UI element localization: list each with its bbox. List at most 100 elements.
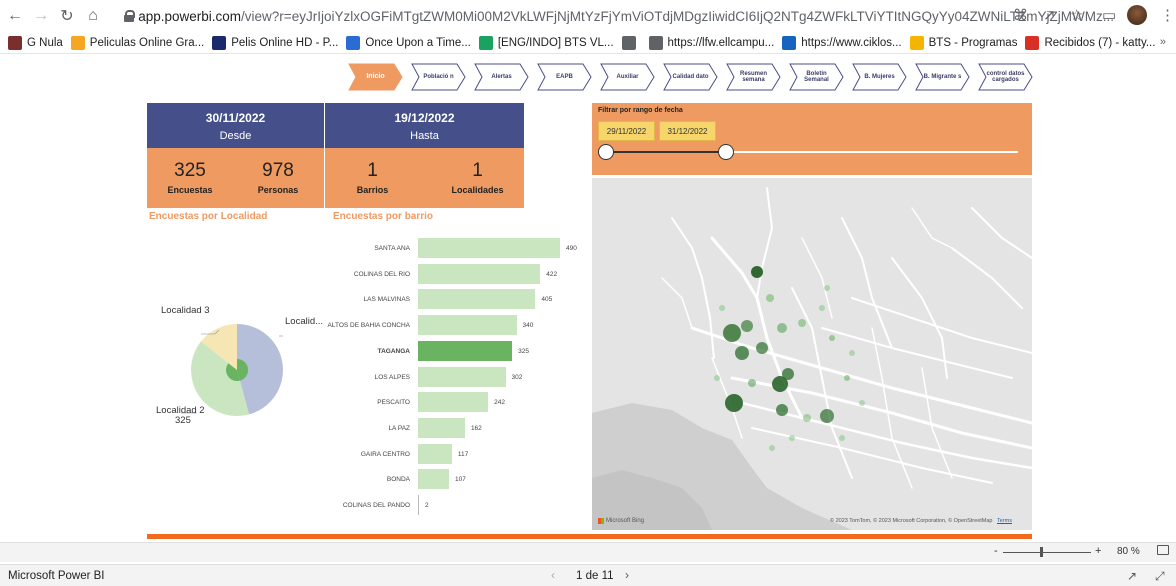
bar-colinas-del-pando[interactable] (418, 495, 419, 515)
bookmark-item[interactable]: https://lfw.ellcampu... (648, 35, 775, 50)
zoom-slider[interactable] (1003, 552, 1091, 553)
bar-pescaito[interactable] (418, 392, 489, 413)
bar-los-alpes[interactable] (418, 366, 506, 387)
nav-tab[interactable]: Població n (411, 63, 466, 91)
bar-la-paz[interactable] (418, 417, 465, 438)
bar-santa-ana[interactable] (418, 238, 560, 258)
bookmark-item[interactable]: Recibidos (7) - katty... (1025, 35, 1155, 50)
fullscreen-icon[interactable]: ⤢ (1155, 569, 1165, 584)
bar-las-malvinas[interactable] (418, 289, 536, 310)
encuestas-label: Encuestas (167, 185, 213, 195)
gmail-icon (1025, 35, 1040, 50)
bookmark-item[interactable]: [ENG/INDO] BTS VL... (478, 35, 614, 50)
reload-icon[interactable]: ↻ (56, 5, 78, 27)
bookmark-item[interactable]: Once Upon a Time... (346, 35, 471, 50)
bar-category-label: ALTOS DE BAHIA CONCHA (327, 322, 410, 330)
hasta-date: 19/12/2022 (394, 111, 455, 125)
desde-label: Desde (219, 130, 252, 142)
slider-handle-start[interactable] (598, 144, 614, 160)
bar-bonda[interactable] (418, 469, 449, 490)
nav-tab[interactable]: Resumen semana (726, 63, 781, 91)
personas-kpi: 978 Personas (239, 160, 317, 195)
bar-value-label: 405 (541, 296, 553, 304)
nav-tab[interactable]: Boletin Semanal (789, 63, 844, 91)
slider-range (606, 151, 726, 153)
bar-chart[interactable]: SANTA ANA 490 COLINAS DEL RIO 422 LAS MALVIN… (300, 238, 590, 528)
bookmark-item[interactable]: Peliculas Online Gra... (70, 35, 204, 50)
bookmark-item[interactable]: https://www.ciklos... (782, 35, 902, 50)
bookmark-item[interactable]: Pelis Online HD - P... (212, 35, 339, 50)
bookmark-star-icon[interactable]: ☆ (1070, 6, 1083, 24)
bookmarks-overflow-icon[interactable]: » (1160, 36, 1166, 48)
bar-category-label: COLINAS DEL PANDO (342, 502, 410, 509)
page: ← → ↻ ⌂ app.powerbi.com/view?r=eyJrIjoiY… (0, 0, 1176, 586)
pie-label-localidad-2-value: 325 (175, 415, 191, 426)
personas-value: 978 (262, 160, 294, 181)
bookmark-label: https://www.ciklos... (801, 36, 902, 49)
filter-start-date[interactable]: 29/11/2022 (598, 121, 655, 141)
slider-handle-end[interactable] (718, 144, 734, 160)
nav-tab[interactable]: B. Migrante s (915, 63, 970, 91)
desde-card: 30/11/2022 Desde (147, 103, 324, 148)
nav-tab[interactable]: EAPB (537, 63, 592, 91)
bar-category-label: SANTA ANA (374, 245, 410, 252)
nav-tab-label: EAPB (556, 74, 573, 80)
hasta-label: Hasta (410, 130, 439, 142)
nav-tab[interactable]: control datos cargados (978, 63, 1033, 91)
personas-label: Personas (257, 185, 299, 195)
heat-map[interactable]: Microsoft Bing © 2023 TomTom, © 2023 Mic… (592, 178, 1032, 530)
sidepanel-icon[interactable]: ▭ (1102, 6, 1116, 24)
map-attribution: © 2023 TomTom, © 2023 Microsoft Corporat… (830, 518, 1012, 524)
address-bar[interactable]: app.powerbi.com/view?r=eyJrIjoiYzlxOGFiM… (124, 4, 1114, 28)
profile-avatar[interactable] (1127, 5, 1147, 25)
bookmark-label: https://lfw.ellcampu... (667, 36, 775, 49)
drive-icon (909, 35, 924, 50)
share-report-icon[interactable]: ↗ (1127, 569, 1137, 583)
bar-value-label: 242 (494, 399, 505, 407)
back-icon[interactable]: ← (4, 5, 26, 27)
cast-icon[interactable]: ⌘ (1013, 6, 1028, 24)
nav-tab[interactable]: Alertas (474, 63, 529, 91)
bookmark-label: Once Upon a Time... (365, 36, 471, 49)
forward-icon[interactable]: → (30, 5, 52, 27)
hasta-card: 19/12/2022 Hasta (325, 103, 524, 148)
bar-value-label: 325 (518, 347, 530, 355)
bar-value-label: 2 (425, 502, 429, 509)
bookmark-label: [ENG/INDO] BTS VL... (497, 36, 614, 49)
app-name: Microsoft Power BI (8, 570, 105, 582)
home-icon[interactable]: ⌂ (82, 5, 104, 27)
bookmark-item[interactable]: G Nula (8, 35, 63, 50)
zoom-plus[interactable]: + (1095, 545, 1101, 557)
bookmark-item[interactable] (621, 35, 641, 50)
next-page-icon[interactable]: › (625, 568, 629, 582)
nav-tab[interactable]: B. Mujeres (852, 63, 907, 91)
bar-taganga[interactable] (418, 340, 513, 361)
nav-tab[interactable]: Inicio (348, 63, 403, 91)
bar-gaira-centro[interactable] (418, 443, 452, 464)
zoom-minus[interactable]: - (994, 545, 998, 557)
bar-altos-de-bahia-concha[interactable] (418, 315, 517, 336)
bar-colinas-del-rio[interactable] (418, 263, 541, 284)
nav-tab-label: control datos cargados (986, 71, 1025, 83)
map-terms-link[interactable]: Terms (997, 518, 1012, 524)
share-icon[interactable]: ↗ (1043, 6, 1056, 24)
menu-kebab-icon[interactable]: ⋮ (1160, 6, 1175, 24)
filter-end-date[interactable]: 31/12/2022 (659, 121, 716, 141)
bar-category-label: COLINAS DEL RIO (353, 270, 410, 278)
nav-tab-label: Calidad dato (672, 74, 709, 80)
nav-tab-label: Boletin Semanal (804, 71, 829, 83)
fit-page-icon[interactable] (1157, 545, 1169, 555)
encuestas-personas-card: 325 Encuestas 978 Personas (147, 148, 324, 208)
nav-tab[interactable]: Auxiliar (600, 63, 655, 91)
page-indicator: 1 de 11 (576, 570, 614, 582)
nav-tab[interactable]: Calidad dato (663, 63, 718, 91)
url-path: /view?r=eyJrIjoiYzlxOGFiMTgtZWM0Mi00M2Vk… (241, 8, 1114, 24)
bar-value-label: 422 (546, 270, 558, 278)
bookmark-label: Pelis Online HD - P... (231, 36, 339, 49)
zoom-slider-handle[interactable] (1040, 547, 1043, 557)
bookmark-item[interactable]: BTS - Programas (909, 35, 1017, 50)
globe-icon (648, 35, 663, 50)
c-icon (782, 35, 797, 50)
prev-page-icon[interactable]: ‹ (551, 568, 555, 582)
localidades-kpi: 1 Localidades (435, 160, 520, 195)
